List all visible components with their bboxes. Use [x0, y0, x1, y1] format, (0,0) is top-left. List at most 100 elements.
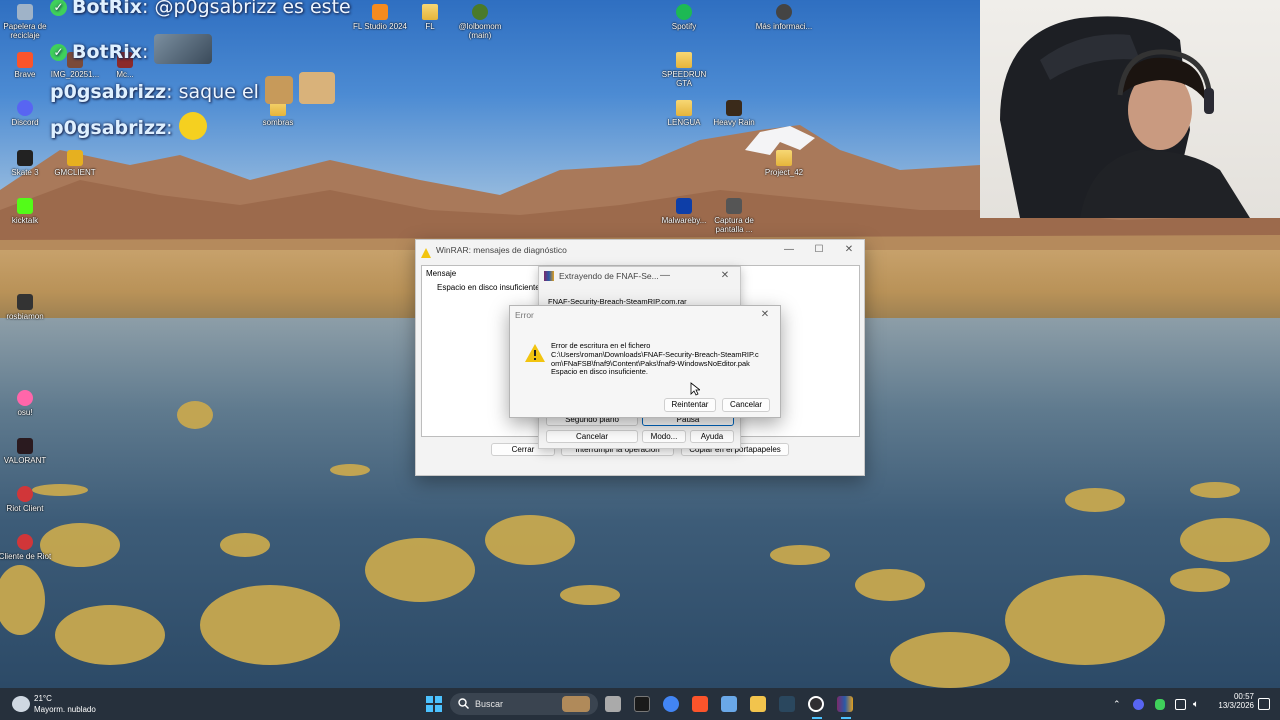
osu-icon — [17, 390, 33, 406]
close-button[interactable]: ✕ — [750, 306, 780, 324]
chat-message: p0gsabrizz: saque el — [50, 72, 336, 104]
weather-desc: Mayorm. nublado — [34, 705, 96, 714]
desktop-icon-gmclient[interactable]: GMCLIENT — [45, 150, 105, 177]
chat-username: p0gsabrizz — [50, 81, 167, 103]
brave-taskbar-icon[interactable] — [692, 696, 708, 712]
desktop-icon-speedrun-gta[interactable]: SPEEDRUN GTA — [654, 52, 714, 88]
valorant-icon — [17, 438, 33, 454]
desktop-icon-label: osu! — [17, 408, 33, 417]
volume-icon[interactable]: 🔈︎ — [1193, 699, 1204, 710]
webcam-feed — [1000, 16, 1250, 218]
check-badge-icon: ✓ — [50, 0, 67, 16]
grimace-emote-icon — [178, 112, 207, 140]
brave-icon — [17, 52, 33, 68]
task-view-icon[interactable] — [605, 696, 621, 712]
cat-emote-icon — [265, 76, 293, 104]
desktop-icon-heavy-rain[interactable]: Heavy Rain — [704, 100, 764, 127]
desktop-icon-label: Cliente de Riot — [0, 552, 52, 561]
minimize-button[interactable]: — — [650, 267, 680, 285]
desktop-icon-label: kicktalk — [11, 216, 39, 225]
store-icon[interactable] — [721, 696, 737, 712]
discord-icon — [17, 100, 33, 116]
desktop-icon-spotify[interactable]: Spotify — [654, 4, 714, 31]
active-indicator — [812, 717, 822, 719]
notification-icon[interactable] — [1258, 698, 1270, 710]
chevron-up-icon[interactable]: ⌃ — [1113, 699, 1121, 710]
spotify-icon — [676, 4, 692, 20]
steam-icon[interactable] — [779, 696, 795, 712]
desktop-icon-label: GMCLIENT — [54, 168, 96, 177]
desktop-icon-sombras[interactable]: sombras — [248, 100, 308, 127]
list-header[interactable]: Mensaje — [426, 269, 456, 278]
mouse-cursor-icon — [690, 382, 700, 396]
warning-icon — [421, 245, 431, 258]
riot-icon — [17, 486, 33, 502]
desktop-icon-label: sombras — [262, 118, 294, 127]
desktop-icon-lolbomom[interactable]: @lolbomom (main) — [450, 4, 510, 40]
discord-tray-icon[interactable] — [1133, 699, 1144, 710]
skate3-icon — [17, 150, 33, 166]
search-icon — [458, 698, 469, 709]
cancel-extract-button[interactable]: Cancelar — [546, 430, 638, 443]
kicktalk-icon — [17, 198, 33, 214]
desktop-icon-captura[interactable]: Captura de pantalla ... — [704, 198, 764, 234]
close-button[interactable]: ✕ — [710, 267, 740, 285]
folder-icon — [676, 100, 692, 116]
app-icon — [17, 294, 33, 310]
camera-icon — [776, 4, 792, 20]
app-icon — [472, 4, 488, 20]
clock-time: 00:57 — [1233, 692, 1254, 701]
desktop-icon-discord[interactable]: Discord — [0, 100, 55, 127]
taskbar: 21°C Mayorm. nublado Buscar ⌃ 🔈︎ 00:57 1… — [0, 688, 1280, 720]
desktop-icon-label: Heavy Rain — [713, 118, 755, 127]
chat-text: : @p0gsabrizz es este — [142, 0, 351, 18]
window-title: Extrayendo de FNAF-Se... — [559, 271, 659, 281]
chrome-icon[interactable] — [663, 696, 679, 712]
window-title: WinRAR: mensajes de diagnóstico — [436, 245, 567, 255]
chat-username: BotRix — [72, 0, 143, 18]
emote-image — [154, 34, 213, 64]
gmclient-icon — [67, 150, 83, 166]
chat-message: ✓ BotRix: @p0gsabrizz es este — [50, 0, 351, 18]
winrar-taskbar-icon[interactable] — [837, 696, 853, 712]
desktop-icon-kicktalk[interactable]: kicktalk — [0, 198, 55, 225]
desktop-icon-osu[interactable]: osu! — [0, 390, 55, 417]
chat-text: : — [142, 41, 149, 63]
start-button[interactable] — [426, 696, 442, 712]
dialog-titlebar[interactable]: Error ✕ — [510, 306, 780, 324]
weather-widget[interactable]: 21°C Mayorm. nublado — [10, 693, 120, 715]
help-button[interactable]: Ayuda — [690, 430, 734, 443]
desktop-icon-valorant[interactable]: VALORANT — [0, 438, 55, 465]
desktop-icon-label: SPEEDRUN GTA — [661, 70, 707, 88]
cancel-button[interactable]: Cancelar — [722, 398, 770, 412]
weather-temp: 21°C — [34, 694, 52, 703]
dialog-title: Error — [515, 310, 534, 320]
desktop-icon-rosbiamon[interactable]: rosbiamon — [0, 294, 55, 321]
retry-button[interactable]: Reintentar — [664, 398, 716, 412]
microphone-icon[interactable] — [1155, 699, 1165, 710]
desktop-icon-recycle-bin[interactable]: Papelera de reciclaje — [0, 4, 55, 40]
desktop-icon-riot-client[interactable]: Riot Client — [0, 486, 55, 513]
epic-games-icon[interactable] — [634, 696, 650, 712]
clock[interactable]: 00:57 13/3/2026 — [1208, 692, 1254, 710]
minimize-button[interactable]: — — [774, 240, 804, 260]
desktop-icon-project42[interactable]: Project_42 — [754, 150, 814, 177]
malwarebytes-icon — [676, 198, 692, 214]
desktop-icon-label: Captura de pantalla ... — [714, 216, 754, 234]
list-item[interactable]: Espacio en disco insuficiente. — [437, 283, 542, 292]
window-titlebar[interactable]: Extrayendo de FNAF-Se... — ✕ — [539, 267, 740, 285]
mode-button[interactable]: Modo... — [642, 430, 686, 443]
error-dialog[interactable]: Error ✕ Error de escritura en el fichero… — [509, 305, 781, 418]
file-explorer-icon[interactable] — [750, 696, 766, 712]
search-box[interactable]: Buscar — [450, 693, 598, 715]
desktop-icon-mas-informacion[interactable]: Más informaci... — [754, 4, 814, 31]
desktop-icon-label: Project_42 — [764, 168, 804, 177]
obs-icon[interactable] — [808, 696, 824, 712]
window-titlebar[interactable]: WinRAR: mensajes de diagnóstico — ☐ ✕ — [416, 240, 864, 260]
desktop-icon-label: Spotify — [671, 22, 697, 31]
desktop-icon-cliente-riot[interactable]: Cliente de Riot — [0, 534, 55, 561]
maximize-button[interactable]: ☐ — [804, 240, 834, 260]
close-button[interactable]: ✕ — [834, 240, 864, 260]
desktop-icon-label: Riot Client — [6, 504, 44, 513]
network-icon[interactable] — [1175, 699, 1186, 710]
